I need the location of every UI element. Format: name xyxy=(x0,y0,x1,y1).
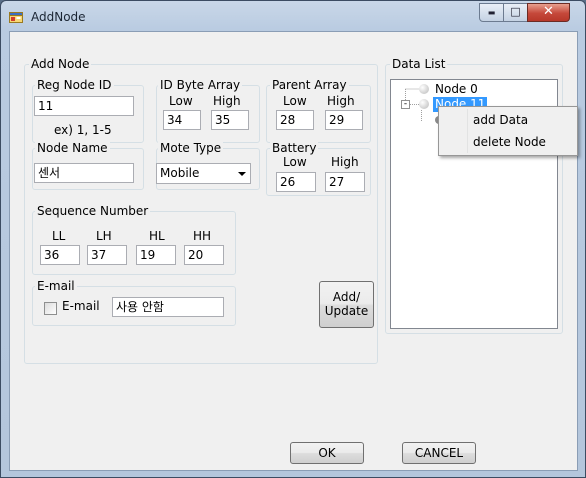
seq-hl-label: HL xyxy=(149,229,165,243)
reg-node-id-input[interactable]: 11 xyxy=(34,96,134,116)
parent-low-label: Low xyxy=(283,94,307,108)
parent-low-input[interactable]: 28 xyxy=(276,110,314,130)
email-group-label: E-mail xyxy=(35,279,77,293)
maximize-button[interactable]: □ xyxy=(503,3,528,22)
parent-high-input[interactable]: 29 xyxy=(325,110,363,130)
menu-item-add-data[interactable]: add Data xyxy=(441,109,575,131)
close-icon: ✕ xyxy=(543,4,554,19)
id-byte-array-label: ID Byte Array xyxy=(158,78,243,92)
tree-collapse-icon[interactable]: - xyxy=(401,100,410,109)
seq-hh-input[interactable]: 20 xyxy=(184,245,224,265)
mote-type-value: Mobile xyxy=(160,166,200,180)
id-byte-high-input[interactable]: 35 xyxy=(211,110,249,130)
id-byte-high-label: High xyxy=(213,94,241,108)
maximize-icon: □ xyxy=(510,5,521,18)
minimize-button[interactable]: ▬ xyxy=(479,3,504,22)
seq-hh-label: HH xyxy=(193,229,212,243)
ok-button[interactable]: OK xyxy=(290,442,364,464)
node-name-label: Node Name xyxy=(35,141,110,155)
id-byte-low-input[interactable]: 34 xyxy=(163,110,201,130)
node-name-input[interactable]: 센서 xyxy=(34,163,134,183)
app-form-icon xyxy=(9,10,23,24)
seq-lh-input[interactable]: 37 xyxy=(87,245,127,265)
parent-high-label: High xyxy=(327,94,355,108)
mote-type-select[interactable]: Mobile xyxy=(156,163,251,184)
battery-low-input[interactable]: 26 xyxy=(276,172,316,192)
add-node-label: Add Node xyxy=(29,57,92,71)
seq-lh-label: LH xyxy=(96,229,112,243)
seq-ll-label: LL xyxy=(52,229,66,243)
id-byte-low-label: Low xyxy=(169,94,193,108)
parent-array-label: Parent Array xyxy=(270,78,349,92)
mote-type-label: Mote Type xyxy=(158,141,224,155)
email-checkbox-label[interactable]: E-mail xyxy=(62,299,100,313)
battery-high-label: High xyxy=(331,155,359,169)
window-title: AddNode xyxy=(31,10,86,24)
close-button[interactable]: ✕ xyxy=(527,3,570,22)
data-list-label: Data List xyxy=(390,57,448,71)
sequence-number-group xyxy=(32,211,236,275)
minimize-icon: ▬ xyxy=(487,8,496,17)
cancel-button[interactable]: CANCEL xyxy=(402,442,476,464)
battery-label: Battery xyxy=(270,141,319,155)
seq-hl-input[interactable]: 19 xyxy=(136,245,176,265)
tree-context-menu: add Data delete Node xyxy=(438,106,578,156)
email-input[interactable]: 사용 안함 xyxy=(112,297,224,317)
battery-high-input[interactable]: 27 xyxy=(325,172,365,192)
add-update-label-line1: Add/ xyxy=(332,290,361,304)
seq-ll-input[interactable]: 36 xyxy=(40,245,80,265)
reg-node-id-hint: ex) 1, 1-5 xyxy=(54,123,112,137)
battery-low-label: Low xyxy=(283,155,307,169)
client-area: Add Node Reg Node ID 11 ex) 1, 1-5 ID By… xyxy=(9,31,578,471)
dropdown-arrow-icon[interactable] xyxy=(238,172,246,176)
add-update-button[interactable]: Add/ Update xyxy=(319,281,374,328)
email-checkbox[interactable] xyxy=(44,302,57,315)
tree-node-icon xyxy=(419,99,429,109)
menu-item-delete-node[interactable]: delete Node xyxy=(441,131,575,153)
tree-node-0[interactable]: Node 0 xyxy=(433,82,480,97)
sequence-number-label: Sequence Number xyxy=(35,204,151,218)
title-bar[interactable]: AddNode ▬ □ ✕ xyxy=(1,1,585,31)
addnode-window: AddNode ▬ □ ✕ Add Node Reg Node ID 11 ex… xyxy=(0,0,586,478)
tree-node-icon xyxy=(419,84,429,94)
reg-node-id-label: Reg Node ID xyxy=(35,78,114,92)
add-update-label-line2: Update xyxy=(324,304,369,318)
